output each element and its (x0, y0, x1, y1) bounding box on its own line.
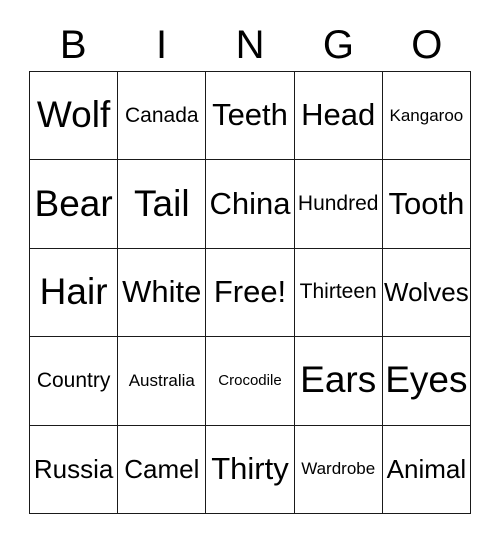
bingo-cell-label: Animal (386, 453, 467, 484)
bingo-cell-label: Thirteen (299, 280, 377, 304)
bingo-cell-b3[interactable]: Hair (30, 248, 119, 338)
bingo-cell-label: White (122, 274, 202, 310)
bingo-cell-label: Ears (300, 359, 377, 401)
bingo-cell-b5[interactable]: Russia (30, 425, 119, 514)
bingo-grid: Wolf Canada Teeth Head Kangaroo Bear Tai… (29, 71, 471, 514)
bingo-cell-label: Hundred (297, 192, 379, 216)
bingo-cell-label: Australia (128, 370, 195, 390)
bingo-cell-b4[interactable]: Country (30, 337, 119, 426)
bingo-cell-b1[interactable]: Wolf (30, 72, 119, 161)
bingo-cell-g5[interactable]: Wardrobe (294, 425, 383, 514)
bingo-cell-free-space[interactable]: Free! (206, 248, 295, 338)
bingo-cell-o5[interactable]: Animal (382, 425, 471, 514)
bingo-cell-label: Bear (34, 182, 113, 224)
bingo-header-letter-g: G (322, 22, 354, 67)
bingo-cell-n1[interactable]: Teeth (206, 72, 295, 161)
bingo-cell-i1[interactable]: Canada (118, 72, 207, 161)
bingo-cell-o3[interactable]: Wolves (382, 248, 471, 338)
bingo-cell-g1[interactable]: Head (294, 72, 383, 161)
bingo-cell-i2[interactable]: Tail (118, 160, 207, 249)
bingo-cell-label: Wolf (36, 94, 111, 136)
bingo-header-letter-b: B (59, 22, 87, 67)
bingo-header-letter-i: I (156, 22, 168, 67)
bingo-cell-o4[interactable]: Eyes (382, 337, 471, 426)
bingo-cell-label: Kangaroo (389, 105, 464, 125)
bingo-cell-label: Crocodile (218, 372, 282, 390)
bingo-cell-g4[interactable]: Ears (294, 337, 383, 426)
bingo-cell-label: Country (36, 368, 111, 392)
bingo-cell-g2[interactable]: Hundred (294, 160, 383, 249)
bingo-card: B I N G O Wolf Canada Teeth Head Kangaro… (0, 0, 500, 544)
bingo-cell-n2[interactable]: China (206, 160, 295, 249)
bingo-cell-i4[interactable]: Australia (118, 337, 207, 426)
bingo-cell-o1[interactable]: Kangaroo (382, 72, 471, 161)
bingo-cell-b2[interactable]: Bear (30, 160, 119, 249)
bingo-cell-label: Wardrobe (301, 459, 376, 479)
bingo-cell-label: Tail (134, 182, 190, 224)
bingo-free-space-label: Free! (213, 274, 287, 310)
bingo-cell-label: Russia (33, 453, 114, 484)
bingo-cell-label: Camel (124, 453, 200, 484)
bingo-cell-label: Teeth (212, 97, 288, 133)
bingo-header-letter-o: O (411, 22, 443, 67)
bingo-header-letter-n: N (235, 22, 265, 67)
bingo-cell-label: Eyes (385, 359, 468, 401)
bingo-cell-label: Tooth (388, 185, 465, 221)
bingo-cell-o2[interactable]: Tooth (382, 160, 471, 249)
bingo-cell-n4[interactable]: Crocodile (206, 337, 295, 426)
bingo-cell-g3[interactable]: Thirteen (294, 248, 383, 338)
bingo-cell-i5[interactable]: Camel (118, 425, 207, 514)
bingo-cell-label: Hair (39, 271, 108, 313)
bingo-cell-label: Canada (125, 103, 199, 127)
bingo-cell-i3[interactable]: White (118, 248, 207, 338)
bingo-header: B I N G O (29, 18, 471, 71)
bingo-cell-label: Head (301, 97, 376, 133)
bingo-cell-label: China (209, 185, 291, 221)
bingo-cell-label: Wolves (384, 276, 469, 307)
bingo-cell-label: Thirty (211, 451, 289, 487)
bingo-cell-n5[interactable]: Thirty (206, 425, 295, 514)
